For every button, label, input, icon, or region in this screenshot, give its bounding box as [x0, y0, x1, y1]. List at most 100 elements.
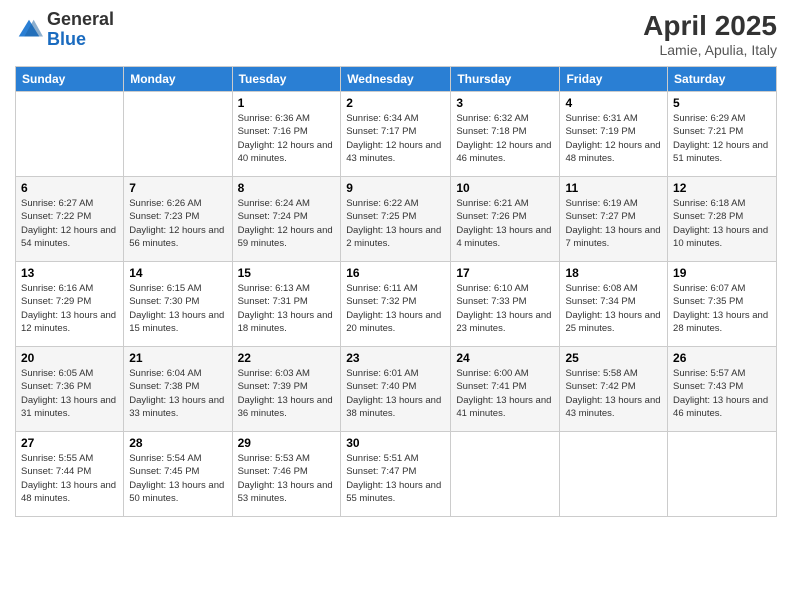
- title-block: April 2025 Lamie, Apulia, Italy: [643, 10, 777, 58]
- calendar-cell: 21 Sunrise: 6:04 AM Sunset: 7:38 PM Dayli…: [124, 347, 232, 432]
- calendar-cell: 27 Sunrise: 5:55 AM Sunset: 7:44 PM Dayli…: [16, 432, 124, 517]
- calendar-cell: 17Sunrise: 6:10 AM Sunset: 7:33 PM Dayli…: [451, 262, 560, 347]
- day-number: 14: [129, 266, 226, 280]
- day-number: 7: [129, 181, 226, 195]
- day-info: Sunrise: 6:34 AM Sunset: 7:17 PM Dayligh…: [346, 112, 445, 165]
- day-info: Sunrise: 6:08 AM Sunset: 7:34 PM Dayligh…: [565, 282, 662, 335]
- day-number: 30: [346, 436, 445, 450]
- calendar-cell: 29 Sunrise: 5:53 AM Sunset: 7:46 PM Dayli…: [232, 432, 341, 517]
- calendar-week-4: 20 Sunrise: 6:05 AM Sunset: 7:36 PM Dayli…: [16, 347, 777, 432]
- logo-icon: [15, 16, 43, 44]
- calendar-cell: 14 Sunrise: 6:15 AM Sunset: 7:30 PM Dayli…: [124, 262, 232, 347]
- day-info: Sunrise: 5:55 AM Sunset: 7:44 PM Dayligh…: [21, 452, 118, 505]
- calendar-cell: [16, 92, 124, 177]
- day-info: Sunrise: 6:27 AM Sunset: 7:22 PM Dayligh…: [21, 197, 118, 250]
- day-number: 1: [238, 96, 336, 110]
- day-info: Sunrise: 6:32 AM Sunset: 7:18 PM Dayligh…: [456, 112, 554, 165]
- day-number: 25: [565, 351, 662, 365]
- day-number: 8: [238, 181, 336, 195]
- calendar-cell: 28 Sunrise: 5:54 AM Sunset: 7:45 PM Dayli…: [124, 432, 232, 517]
- day-number: 16: [346, 266, 445, 280]
- calendar-cell: 8 Sunrise: 6:24 AM Sunset: 7:24 PM Daylig…: [232, 177, 341, 262]
- calendar-cell: 13 Sunrise: 6:16 AM Sunset: 7:29 PM Dayli…: [16, 262, 124, 347]
- day-info: Sunrise: 6:21 AM Sunset: 7:26 PM Dayligh…: [456, 197, 554, 250]
- location: Lamie, Apulia, Italy: [643, 42, 777, 58]
- calendar-cell: 25Sunrise: 5:58 AM Sunset: 7:42 PM Dayli…: [560, 347, 668, 432]
- logo: General Blue: [15, 10, 114, 50]
- calendar-week-2: 6 Sunrise: 6:27 AM Sunset: 7:22 PM Daylig…: [16, 177, 777, 262]
- calendar-cell: 9 Sunrise: 6:22 AM Sunset: 7:25 PM Daylig…: [341, 177, 451, 262]
- day-info: Sunrise: 6:19 AM Sunset: 7:27 PM Dayligh…: [565, 197, 662, 250]
- day-number: 28: [129, 436, 226, 450]
- calendar-cell: [124, 92, 232, 177]
- calendar-cell: [668, 432, 777, 517]
- day-number: 22: [238, 351, 336, 365]
- day-info: Sunrise: 5:54 AM Sunset: 7:45 PM Dayligh…: [129, 452, 226, 505]
- calendar-cell: [451, 432, 560, 517]
- day-number: 26: [673, 351, 771, 365]
- day-number: 29: [238, 436, 336, 450]
- day-number: 13: [21, 266, 118, 280]
- calendar-cell: 7 Sunrise: 6:26 AM Sunset: 7:23 PM Daylig…: [124, 177, 232, 262]
- day-number: 17: [456, 266, 554, 280]
- day-info: Sunrise: 5:51 AM Sunset: 7:47 PM Dayligh…: [346, 452, 445, 505]
- day-info: Sunrise: 6:00 AM Sunset: 7:41 PM Dayligh…: [456, 367, 554, 420]
- day-number: 15: [238, 266, 336, 280]
- day-number: 21: [129, 351, 226, 365]
- day-number: 20: [21, 351, 118, 365]
- month-title: April 2025: [643, 10, 777, 42]
- day-number: 4: [565, 96, 662, 110]
- day-info: Sunrise: 6:07 AM Sunset: 7:35 PM Dayligh…: [673, 282, 771, 335]
- day-info: Sunrise: 6:26 AM Sunset: 7:23 PM Dayligh…: [129, 197, 226, 250]
- calendar-cell: 2 Sunrise: 6:34 AM Sunset: 7:17 PM Daylig…: [341, 92, 451, 177]
- calendar-cell: 1Sunrise: 6:36 AM Sunset: 7:16 PM Daylig…: [232, 92, 341, 177]
- calendar-week-5: 27 Sunrise: 5:55 AM Sunset: 7:44 PM Dayli…: [16, 432, 777, 517]
- day-number: 18: [565, 266, 662, 280]
- calendar-cell: 12 Sunrise: 6:18 AM Sunset: 7:28 PM Dayli…: [668, 177, 777, 262]
- day-info: Sunrise: 6:11 AM Sunset: 7:32 PM Dayligh…: [346, 282, 445, 335]
- day-number: 5: [673, 96, 771, 110]
- calendar-cell: 20 Sunrise: 6:05 AM Sunset: 7:36 PM Dayli…: [16, 347, 124, 432]
- day-number: 24: [456, 351, 554, 365]
- calendar-cell: 30 Sunrise: 5:51 AM Sunset: 7:47 PM Dayli…: [341, 432, 451, 517]
- day-info: Sunrise: 5:57 AM Sunset: 7:43 PM Dayligh…: [673, 367, 771, 420]
- day-number: 10: [456, 181, 554, 195]
- day-info: Sunrise: 6:16 AM Sunset: 7:29 PM Dayligh…: [21, 282, 118, 335]
- calendar-week-1: 1Sunrise: 6:36 AM Sunset: 7:16 PM Daylig…: [16, 92, 777, 177]
- calendar-week-3: 13 Sunrise: 6:16 AM Sunset: 7:29 PM Dayli…: [16, 262, 777, 347]
- weekday-header-monday: Monday: [124, 67, 232, 92]
- day-info: Sunrise: 6:31 AM Sunset: 7:19 PM Dayligh…: [565, 112, 662, 165]
- calendar-cell: 3Sunrise: 6:32 AM Sunset: 7:18 PM Daylig…: [451, 92, 560, 177]
- calendar-cell: 10 Sunrise: 6:21 AM Sunset: 7:26 PM Dayli…: [451, 177, 560, 262]
- calendar-cell: 26 Sunrise: 5:57 AM Sunset: 7:43 PM Dayli…: [668, 347, 777, 432]
- weekday-header-friday: Friday: [560, 67, 668, 92]
- weekday-header-saturday: Saturday: [668, 67, 777, 92]
- calendar-cell: 15Sunrise: 6:13 AM Sunset: 7:31 PM Dayli…: [232, 262, 341, 347]
- day-info: Sunrise: 6:04 AM Sunset: 7:38 PM Dayligh…: [129, 367, 226, 420]
- day-number: 27: [21, 436, 118, 450]
- calendar-cell: 23 Sunrise: 6:01 AM Sunset: 7:40 PM Dayli…: [341, 347, 451, 432]
- calendar-cell: 16 Sunrise: 6:11 AM Sunset: 7:32 PM Dayli…: [341, 262, 451, 347]
- day-info: Sunrise: 6:18 AM Sunset: 7:28 PM Dayligh…: [673, 197, 771, 250]
- day-info: Sunrise: 6:05 AM Sunset: 7:36 PM Dayligh…: [21, 367, 118, 420]
- calendar-cell: 24 Sunrise: 6:00 AM Sunset: 7:41 PM Dayli…: [451, 347, 560, 432]
- day-info: Sunrise: 5:53 AM Sunset: 7:46 PM Dayligh…: [238, 452, 336, 505]
- day-number: 12: [673, 181, 771, 195]
- day-info: Sunrise: 6:22 AM Sunset: 7:25 PM Dayligh…: [346, 197, 445, 250]
- day-info: Sunrise: 6:15 AM Sunset: 7:30 PM Dayligh…: [129, 282, 226, 335]
- calendar-cell: [560, 432, 668, 517]
- calendar-cell: 22Sunrise: 6:03 AM Sunset: 7:39 PM Dayli…: [232, 347, 341, 432]
- day-number: 6: [21, 181, 118, 195]
- calendar-cell: 4 Sunrise: 6:31 AM Sunset: 7:19 PM Daylig…: [560, 92, 668, 177]
- day-info: Sunrise: 6:01 AM Sunset: 7:40 PM Dayligh…: [346, 367, 445, 420]
- day-number: 9: [346, 181, 445, 195]
- day-number: 23: [346, 351, 445, 365]
- weekday-header-wednesday: Wednesday: [341, 67, 451, 92]
- weekday-header-thursday: Thursday: [451, 67, 560, 92]
- calendar-cell: 5 Sunrise: 6:29 AM Sunset: 7:21 PM Daylig…: [668, 92, 777, 177]
- day-number: 2: [346, 96, 445, 110]
- day-info: Sunrise: 6:24 AM Sunset: 7:24 PM Dayligh…: [238, 197, 336, 250]
- day-info: Sunrise: 6:29 AM Sunset: 7:21 PM Dayligh…: [673, 112, 771, 165]
- weekday-header-row: SundayMondayTuesdayWednesdayThursdayFrid…: [16, 67, 777, 92]
- day-number: 11: [565, 181, 662, 195]
